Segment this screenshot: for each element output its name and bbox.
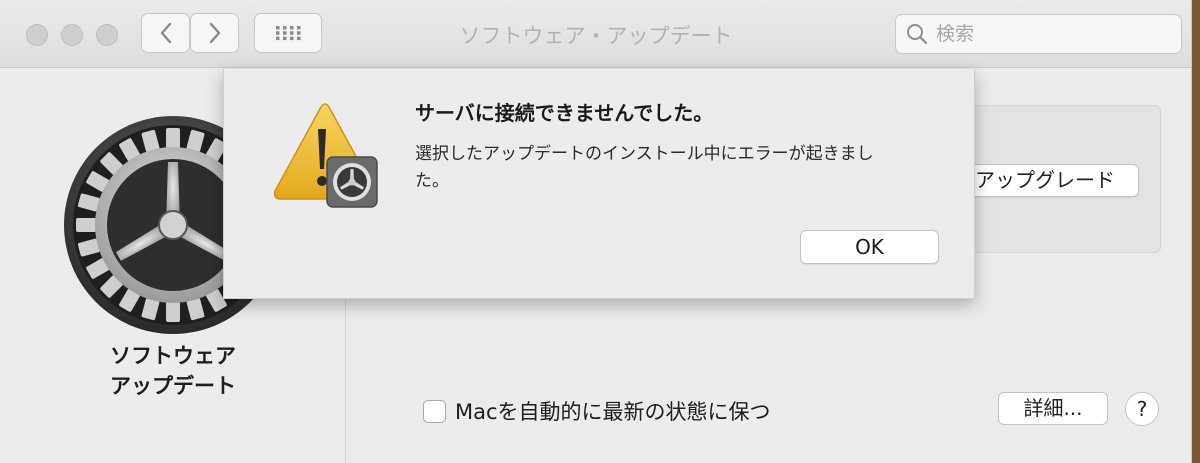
title-bar: ソフトウェア・アップデート (0, 0, 1191, 68)
ok-button[interactable]: OK (800, 230, 939, 264)
warning-icon (269, 101, 381, 213)
alert-title: サーバに接続できませんでした。 (415, 101, 714, 125)
search-input[interactable] (936, 23, 1166, 45)
app-name-line-1: ソフトウェア (110, 344, 236, 368)
alert-sheet: サーバに接続できませんでした。 選択したアップデートのインストール中にエラーが起… (223, 69, 975, 299)
auto-update-option[interactable]: Macを自動的に最新の状態に保つ (423, 396, 771, 426)
help-button[interactable]: ? (1125, 392, 1159, 426)
search-icon (907, 24, 928, 45)
app-name-line-2: アップデート (110, 374, 236, 398)
upgrade-button[interactable]: アップグレード (951, 164, 1139, 197)
preferences-window: ソフトウェア・アップデート 検索 ソフトウェア アップデート アップグレード M… (0, 0, 1192, 463)
auto-update-label: Macを自動的に最新の状態に保つ (455, 400, 771, 424)
app-name: ソフトウェア アップデート (0, 341, 346, 401)
alert-message: 選択したアップデートのインストール中にエラーが起きました。 (415, 144, 874, 191)
auto-update-checkbox[interactable] (423, 399, 446, 423)
details-button[interactable]: 詳細... (998, 392, 1108, 425)
search-field[interactable] (895, 14, 1182, 54)
